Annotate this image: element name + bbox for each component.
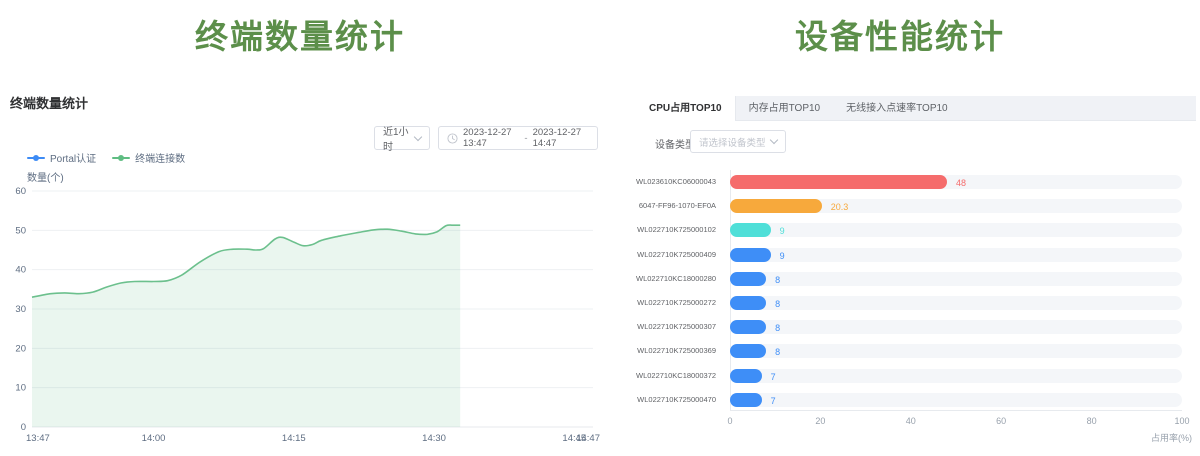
left-chart-header: 终端数量统计 xyxy=(10,93,88,112)
bar xyxy=(730,320,766,334)
chevron-down-icon xyxy=(770,136,778,144)
bar xyxy=(730,223,771,237)
legend-line-dot-icon xyxy=(112,154,130,162)
x-tick-label: 20 xyxy=(815,416,825,426)
y-tick-label: 30 xyxy=(15,304,26,315)
bar-track: 8 xyxy=(730,320,1182,334)
bar xyxy=(730,344,766,358)
x-tick-label: 14:47 xyxy=(576,433,600,444)
bar-value-label: 9 xyxy=(780,226,785,236)
bar-value-label: 8 xyxy=(775,347,780,357)
bar xyxy=(730,272,766,286)
bar-row: WL022710K725000470 7 xyxy=(636,388,1192,412)
time-range-value: 近1小时 xyxy=(383,123,415,153)
date-range-start[interactable]: 2023-12-27 13:47 xyxy=(463,127,519,149)
x-tick-label: 14:30 xyxy=(422,433,446,444)
y-tick-label: 0 xyxy=(21,422,26,433)
tab-2[interactable]: 无线接入点速率TOP10 xyxy=(833,96,961,121)
bar-category-label: WL022710K725000272 xyxy=(636,298,716,307)
bar-track: 9 xyxy=(730,223,1182,237)
bar-row: WL022710K725000369 8 xyxy=(636,339,1192,363)
x-tick-label: 100 xyxy=(1174,416,1189,426)
x-tick-label: 60 xyxy=(996,416,1006,426)
bar xyxy=(730,393,762,407)
date-range-picker[interactable]: 2023-12-27 13:47 - 2023-12-27 14:47 xyxy=(438,126,598,150)
device-type-select[interactable]: 请选择设备类型 xyxy=(690,130,786,153)
bar-row: WL023610KC06000043 48 xyxy=(636,170,1192,194)
bar-track: 7 xyxy=(730,393,1182,407)
x-tick-label: 80 xyxy=(1087,416,1097,426)
bar-value-label: 8 xyxy=(775,275,780,285)
tab-0[interactable]: CPU占用TOP10 xyxy=(636,96,736,121)
bar-value-label: 7 xyxy=(771,396,776,406)
device-type-label: 设备类型 xyxy=(655,136,695,151)
right-panel-title: 设备性能统计 xyxy=(600,10,1200,58)
bar-category-label: WL022710KC18000372 xyxy=(636,371,716,380)
date-range-end[interactable]: 2023-12-27 14:47 xyxy=(533,127,589,149)
left-chart-controls: 近1小时 2023-12-27 13:47 - 2023-12-27 14:47 xyxy=(0,126,598,150)
bar-track: 7 xyxy=(730,369,1182,383)
clock-icon xyxy=(447,133,458,144)
bar-row: 6047-FF96-1070-EF0A 20.3 xyxy=(636,194,1192,218)
bar-value-label: 8 xyxy=(775,299,780,309)
bar-chart-x-axis-label: 占用率(%) xyxy=(1151,431,1192,444)
bar-row: WL022710K725000102 9 xyxy=(636,218,1192,242)
bar-category-label: WL022710K725000369 xyxy=(636,346,716,355)
bar-track: 20.3 xyxy=(730,199,1182,213)
bar-row: WL022710K725000307 8 xyxy=(636,315,1192,339)
bar-category-label: WL022710K725000102 xyxy=(636,225,716,234)
bar xyxy=(730,248,771,262)
bar-track: 9 xyxy=(730,248,1182,262)
terminal-count-line-chart: 010203040506013:4714:0014:1514:3014:4514… xyxy=(0,163,600,453)
bar-track: 48 xyxy=(730,175,1182,189)
series-area-fill xyxy=(32,225,460,427)
date-range-separator: - xyxy=(524,133,527,144)
bar xyxy=(730,296,766,310)
bar xyxy=(730,175,947,189)
bar-row: WL022710K725000272 8 xyxy=(636,291,1192,315)
bar-category-label: WL022710K725000409 xyxy=(636,250,716,259)
bar-track: 8 xyxy=(730,272,1182,286)
bar-category-label: WL022710K725000307 xyxy=(636,322,716,331)
cpu-top10-bar-chart: 占用率(%) WL023610KC06000043 48 6047-FF96-107… xyxy=(636,170,1192,446)
x-tick-label: 14:15 xyxy=(282,433,306,444)
bar-category-label: WL023610KC06000043 xyxy=(636,177,716,186)
bar-track: 8 xyxy=(730,344,1182,358)
y-tick-label: 60 xyxy=(15,186,26,197)
x-tick-label: 13:47 xyxy=(26,433,50,444)
legend-line-dot-icon xyxy=(27,154,45,162)
bar-track: 8 xyxy=(730,296,1182,310)
y-tick-label: 10 xyxy=(15,383,26,394)
y-tick-label: 40 xyxy=(15,265,26,276)
bar-value-label: 7 xyxy=(771,372,776,382)
bar-value-label: 48 xyxy=(956,178,966,188)
time-range-select[interactable]: 近1小时 xyxy=(374,126,430,150)
bar-value-label: 20.3 xyxy=(831,202,849,212)
y-tick-label: 20 xyxy=(15,343,26,354)
performance-tabbar: CPU占用TOP10内存占用TOP10无线接入点速率TOP10 xyxy=(636,96,1196,121)
chevron-down-icon xyxy=(414,132,422,140)
tab-1[interactable]: 内存占用TOP10 xyxy=(736,96,834,121)
bar-category-label: WL022710KC18000280 xyxy=(636,274,716,283)
x-tick-label: 0 xyxy=(727,416,732,426)
bar-category-label: 6047-FF96-1070-EF0A xyxy=(636,201,716,210)
device-type-placeholder: 请选择设备类型 xyxy=(699,135,766,149)
bar-row: WL022710K725000409 9 xyxy=(636,243,1192,267)
bar xyxy=(730,369,762,383)
left-panel-title: 终端数量统计 xyxy=(0,10,600,58)
x-tick-label: 14:00 xyxy=(142,433,166,444)
bar-row: WL022710KC18000280 8 xyxy=(636,267,1192,291)
bar-value-label: 8 xyxy=(775,323,780,333)
x-tick-label: 40 xyxy=(906,416,916,426)
bar-row: WL022710KC18000372 7 xyxy=(636,364,1192,388)
dashboard: 终端数量统计 终端数量统计 近1小时 2023-12-27 13:47 - 20… xyxy=(0,0,1200,456)
bar-value-label: 9 xyxy=(780,251,785,261)
bar xyxy=(730,199,822,213)
y-tick-label: 50 xyxy=(15,225,26,236)
bar-category-label: WL022710K725000470 xyxy=(636,395,716,404)
